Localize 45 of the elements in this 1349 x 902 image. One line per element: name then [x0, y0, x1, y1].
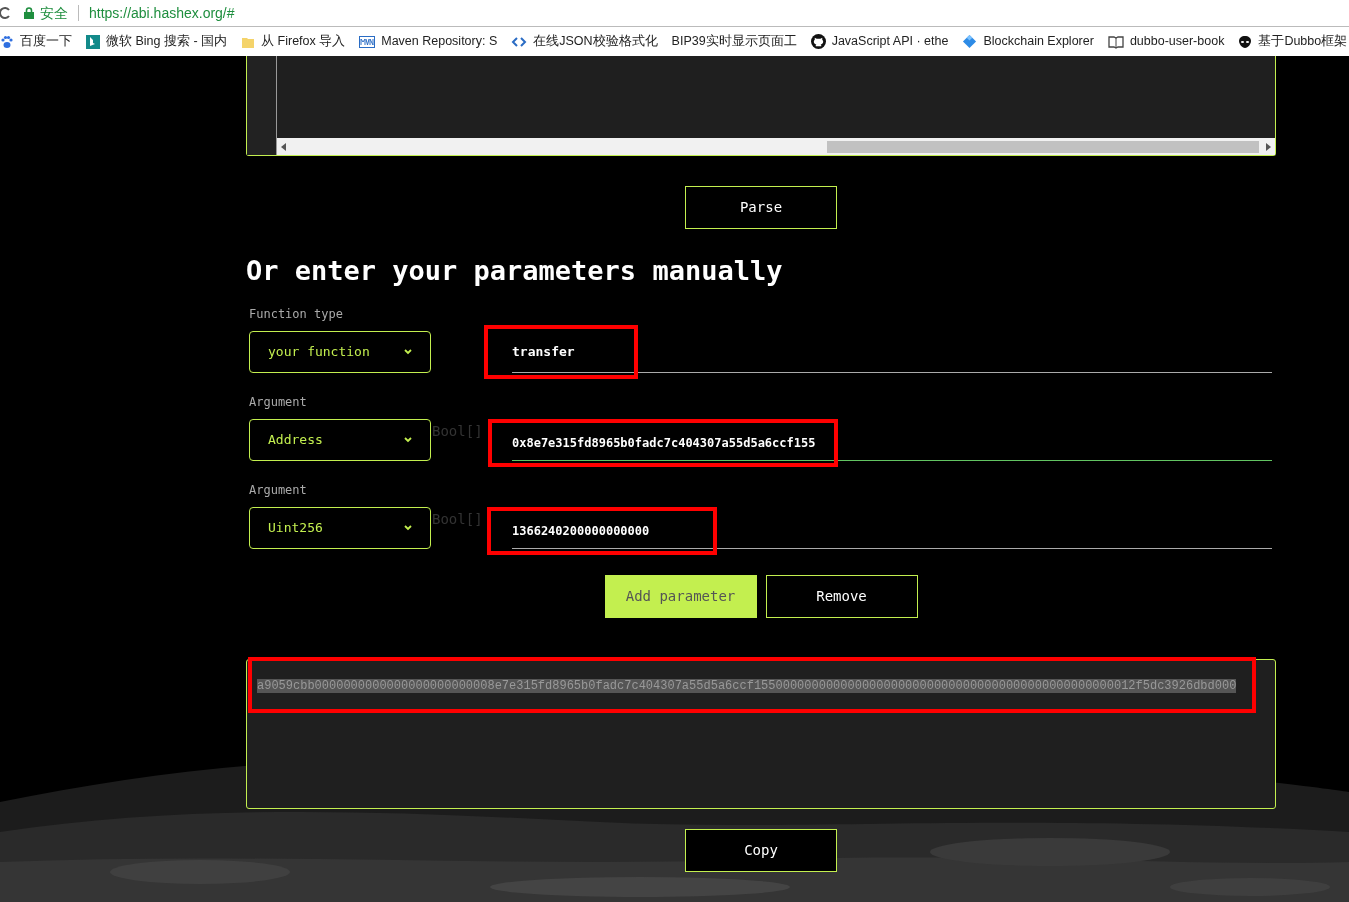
type-dropdown[interactable]: your function [249, 331, 431, 373]
caret-icon [404, 437, 412, 443]
diamond-icon [962, 34, 978, 49]
bookmark-item[interactable]: Maven Repository: S [359, 32, 498, 51]
bing-icon [86, 34, 100, 49]
github-icon [810, 34, 826, 49]
caret-icon [404, 525, 412, 531]
alien-icon [1238, 34, 1253, 49]
function-name-field[interactable]: transfer [512, 331, 1272, 373]
add-parameter-button[interactable]: Add parameter [604, 575, 757, 618]
mvn-icon [359, 35, 376, 48]
url-text: https://abi.hashex.org/# [89, 3, 235, 23]
code-icon [511, 35, 528, 48]
encoded-output-text: a9059cbb0000000000000000000000008e7e315fd8965b0fadc7c404307a55d5a6ccf15500000000000000000000000000000000000000000000000012f5dc3926dbd000 [257, 679, 1237, 693]
bookmark-item[interactable]: 从 Firefox 导入 [241, 32, 346, 51]
argument-value-field[interactable]: 1366240200000000000 [512, 513, 1272, 549]
bookmark-item[interactable]: 在线JSON校验格式化 [511, 32, 658, 51]
lock-icon [24, 7, 34, 19]
bookmark-item[interactable]: Blockchain Explorer [962, 32, 1094, 51]
bookmark-item[interactable]: 微软 Bing 搜索 - 国内 [86, 32, 228, 51]
security-label: 安全 [40, 3, 68, 23]
type-dropdown[interactable]: Uint256 [249, 507, 431, 549]
field-label: Argument [249, 394, 308, 411]
section-heading: Or enter your parameters manually [246, 254, 784, 288]
reload-icon[interactable] [0, 6, 10, 20]
argument-value-field[interactable]: 0x8e7e315fd8965b0fadc7c404307a55d5a6ccf155 [512, 425, 1272, 461]
caret-icon [404, 349, 412, 355]
bookmark-item[interactable]: BIP39实时显示页面工 [671, 32, 797, 51]
field-label: Function type [249, 306, 344, 323]
bookmark-item[interactable]: 基于Dubbo框架 [1238, 32, 1348, 51]
copy-button[interactable]: Copy [685, 829, 837, 872]
field-label: Argument [249, 482, 308, 499]
scroll-left-icon[interactable] [281, 142, 287, 151]
parse-button[interactable]: Parse [685, 186, 837, 229]
scroll-right-icon[interactable] [1265, 142, 1271, 151]
abi-input-area[interactable] [246, 56, 1276, 156]
horizontal-scrollbar[interactable] [277, 138, 1275, 155]
bookmark-item[interactable]: JavaScript API · ethe [810, 32, 949, 51]
paw-icon [0, 34, 14, 49]
book-icon [1107, 34, 1124, 49]
type-dropdown[interactable]: Address [249, 419, 431, 461]
bookmark-item[interactable]: 百度一下 [0, 32, 72, 51]
address-bar[interactable]: 安全 https://abi.hashex.org/# [24, 1, 235, 25]
remove-button[interactable]: Remove [765, 575, 918, 618]
bookmark-item[interactable]: dubbo-user-book [1107, 32, 1225, 51]
